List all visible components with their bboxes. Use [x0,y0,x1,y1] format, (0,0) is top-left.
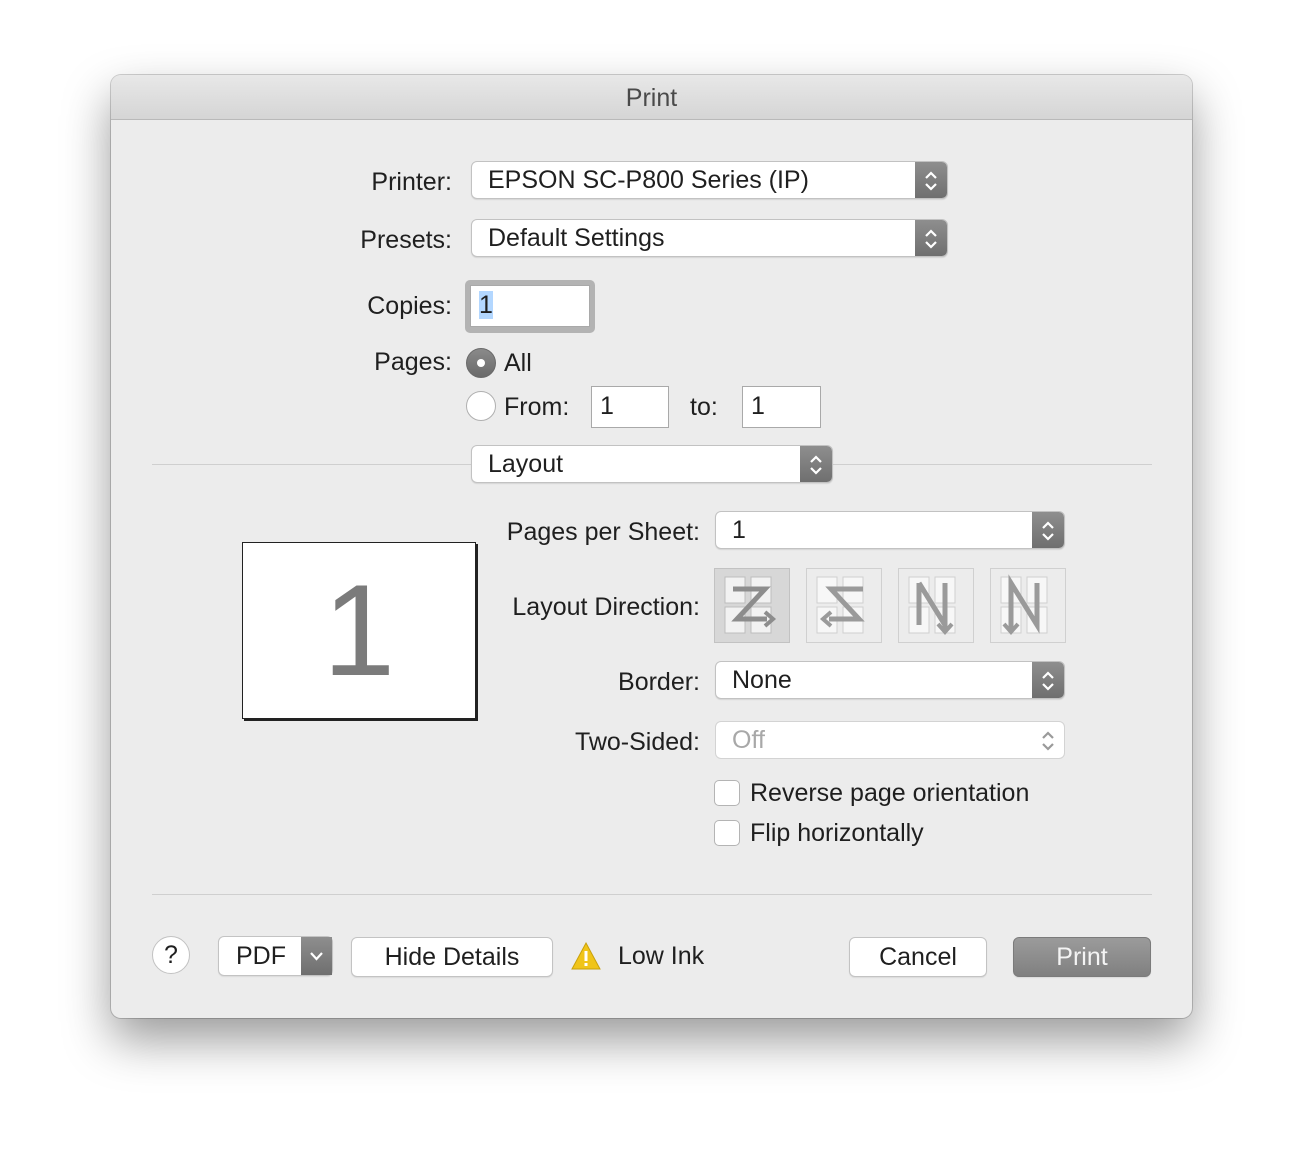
cancel-button[interactable]: Cancel [849,937,987,977]
pages-from-input[interactable]: 1 [591,386,669,428]
pdf-label: PDF [236,942,286,970]
printer-popup[interactable]: EPSON SC-P800 Series (IP) [471,161,948,199]
copies-value: 1 [479,291,493,319]
pages-all-radio[interactable] [466,348,496,378]
footer-separator [152,894,1152,895]
border-popup[interactable]: None [715,661,1065,699]
pages-to-label: to: [690,393,718,421]
popup-arrows-icon [915,220,947,256]
n-direction-icon [1000,574,1048,636]
pages-from-radio[interactable] [466,391,496,421]
printer-label: Printer: [371,168,452,196]
pages-per-sheet-popup[interactable]: 1 [715,511,1065,549]
popup-arrows-icon [1032,662,1064,698]
page-preview: 1 [242,542,476,719]
section-value: Layout [488,450,564,478]
layout-direction-reverse-n-button[interactable] [898,568,974,643]
border-value: None [732,666,792,694]
presets-value: Default Settings [488,224,665,252]
flip-horizontally-checkbox[interactable] [714,820,740,846]
warning-icon [571,941,601,970]
pages-per-sheet-value: 1 [732,516,746,544]
reverse-n-direction-icon [908,576,956,636]
print-button[interactable]: Print [1013,937,1151,977]
popup-arrows-icon [1032,512,1064,548]
popup-arrows-icon [1032,722,1064,758]
reverse-z-direction-icon [816,576,865,634]
help-button[interactable]: ? [152,936,190,974]
two-sided-popup[interactable]: Off [715,721,1065,759]
pages-from-label: From: [504,393,570,421]
presets-popup[interactable]: Default Settings [471,219,948,257]
layout-direction-n-button[interactable] [990,568,1066,643]
reverse-orientation-label: Reverse page orientation [750,779,1030,807]
layout-direction-z-button[interactable] [714,568,790,643]
pdf-menu-button[interactable]: PDF [218,936,333,976]
chevron-down-icon [301,937,332,975]
flip-horizontally-label: Flip horizontally [750,819,924,847]
layout-direction-reverse-z-button[interactable] [806,568,882,643]
section-popup[interactable]: Layout [471,445,833,483]
pages-label: Pages: [374,348,452,376]
copies-label: Copies: [367,292,452,320]
pages-to-input[interactable]: 1 [742,386,821,428]
hide-details-button[interactable]: Hide Details [351,937,553,977]
reverse-orientation-checkbox[interactable] [714,780,740,806]
pages-all-label: All [504,349,532,377]
popup-arrows-icon [800,446,832,482]
window-title: Print [111,75,1192,120]
printer-value: EPSON SC-P800 Series (IP) [488,166,809,194]
layout-direction-label: Layout Direction: [512,593,700,621]
low-ink-status: Low Ink [618,942,705,970]
border-label: Border: [618,668,700,696]
two-sided-label: Two-Sided: [574,728,700,756]
z-direction-icon [724,576,777,634]
pages-per-sheet-label: Pages per Sheet: [506,518,700,546]
two-sided-value: Off [732,726,765,754]
presets-label: Presets: [360,226,452,254]
copies-input[interactable]: 1 [470,285,590,327]
print-dialog: Print Printer: EPSON SC-P800 Series (IP)… [111,75,1192,1018]
popup-arrows-icon [915,162,947,198]
